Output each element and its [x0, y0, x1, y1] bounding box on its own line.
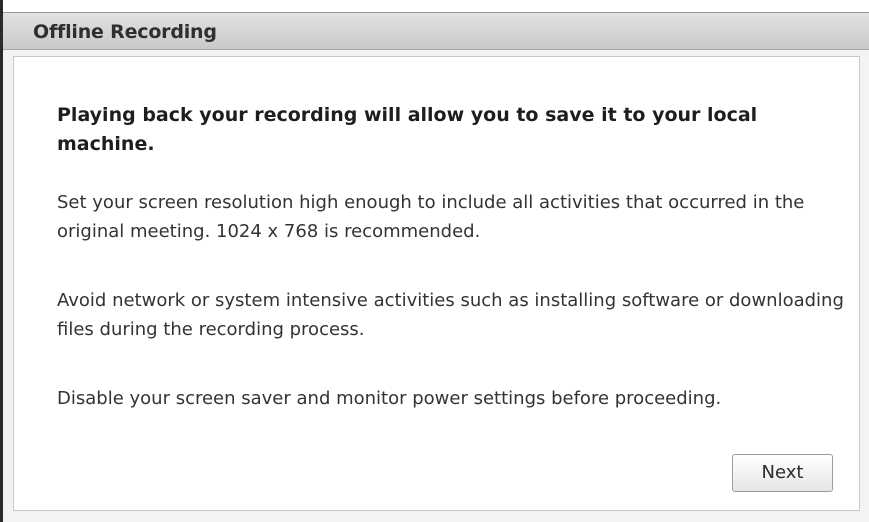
- dialog-title: Offline Recording: [33, 21, 217, 43]
- instruction-avoid-activities: Avoid network or system intensive activi…: [57, 290, 844, 340]
- dialog-titlebar[interactable]: Offline Recording: [3, 13, 869, 50]
- screen: Offline Recording Playing back your reco…: [0, 0, 869, 522]
- dialog-content-panel: Playing back your recording will allow y…: [13, 56, 860, 511]
- instruction-resolution: Set your screen resolution high enough t…: [57, 192, 805, 242]
- dialog-headline: Playing back your recording will allow y…: [57, 104, 758, 155]
- next-button[interactable]: Next: [732, 454, 833, 492]
- offline-recording-dialog: Offline Recording Playing back your reco…: [3, 12, 869, 522]
- instruction-disable-screensaver: Disable your screen saver and monitor po…: [57, 388, 722, 409]
